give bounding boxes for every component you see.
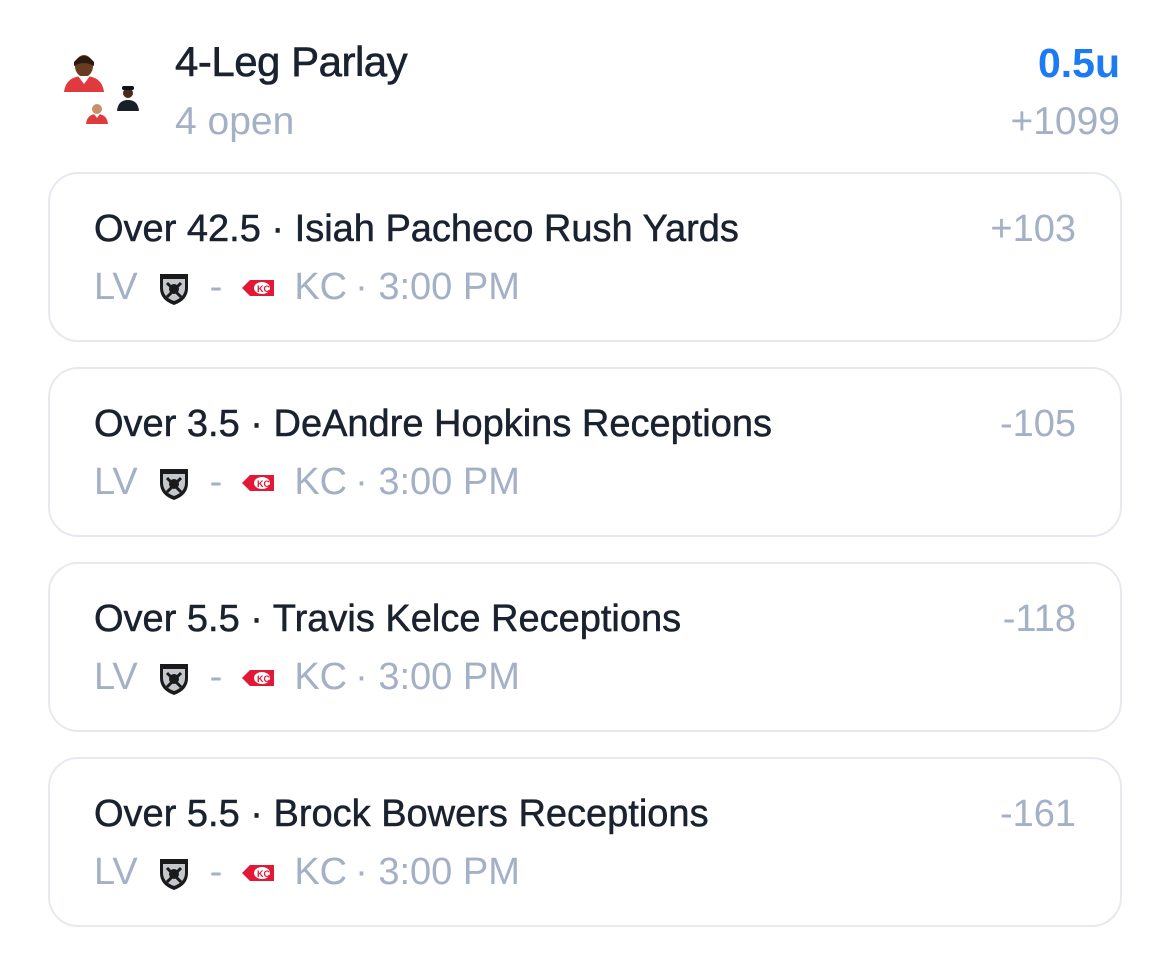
leg-matchup: LV - KC KC · 3:00 PM bbox=[94, 851, 520, 894]
home-team-abbr: KC bbox=[294, 266, 348, 308]
leg-card[interactable]: Over 42.5 · Isiah Pacheco Rush Yards +10… bbox=[48, 172, 1122, 342]
parlay-legs-list: Over 42.5 · Isiah Pacheco Rush Yards +10… bbox=[48, 172, 1122, 952]
matchup-separator: - bbox=[209, 851, 223, 893]
away-team-abbr: LV bbox=[94, 656, 138, 698]
game-time: · 3:00 PM bbox=[355, 851, 520, 893]
game-time: · 3:00 PM bbox=[355, 461, 520, 503]
matchup-separator: - bbox=[209, 266, 223, 308]
away-team-abbr: LV bbox=[94, 461, 138, 503]
leg-odds: -105 bbox=[999, 403, 1076, 445]
leg-title: Over 5.5 · Travis Kelce Receptions bbox=[94, 598, 682, 641]
leg-card[interactable]: Over 3.5 · DeAndre Hopkins Receptions -1… bbox=[48, 367, 1122, 537]
raiders-logo-icon bbox=[159, 858, 188, 890]
parlay-page: 4-Leg Parlay 4 open 0.5u +1099 Over 42.5… bbox=[0, 0, 1170, 964]
player-avatar-icon bbox=[117, 86, 139, 111]
chiefs-logo-icon: KC bbox=[242, 864, 275, 881]
leg-matchup: LV - KC KC · 3:00 PM bbox=[94, 656, 520, 699]
home-team-abbr: KC bbox=[294, 656, 348, 698]
leg-card[interactable]: Over 5.5 · Brock Bowers Receptions -161 … bbox=[48, 757, 1122, 927]
raiders-logo-icon bbox=[159, 468, 188, 500]
player-avatar-icon bbox=[86, 104, 108, 124]
game-time: · 3:00 PM bbox=[355, 266, 520, 308]
matchup-separator: - bbox=[209, 461, 223, 503]
leg-matchup: LV - KC KC · 3:00 PM bbox=[94, 461, 520, 504]
away-team-abbr: LV bbox=[94, 851, 138, 893]
player-avatars bbox=[58, 52, 148, 132]
chiefs-logo-icon: KC bbox=[242, 474, 275, 491]
svg-text:KC: KC bbox=[257, 674, 270, 684]
chiefs-logo-icon: KC bbox=[242, 279, 275, 296]
leg-title: Over 5.5 · Brock Bowers Receptions bbox=[94, 793, 709, 836]
leg-odds: -161 bbox=[999, 793, 1076, 835]
away-team-abbr: LV bbox=[94, 266, 138, 308]
svg-text:KC: KC bbox=[257, 479, 270, 489]
raiders-logo-icon bbox=[159, 273, 188, 305]
parlay-title: 4-Leg Parlay bbox=[175, 38, 408, 86]
svg-text:KC: KC bbox=[257, 284, 270, 294]
matchup-separator: - bbox=[209, 656, 223, 698]
game-time: · 3:00 PM bbox=[355, 656, 520, 698]
parlay-stake: 0.5u bbox=[1037, 40, 1120, 86]
leg-odds: +103 bbox=[990, 208, 1076, 250]
leg-card[interactable]: Over 5.5 · Travis Kelce Receptions -118 … bbox=[48, 562, 1122, 732]
leg-title: Over 42.5 · Isiah Pacheco Rush Yards bbox=[94, 208, 739, 251]
leg-title: Over 3.5 · DeAndre Hopkins Receptions bbox=[94, 403, 773, 446]
player-avatar-icon bbox=[64, 55, 104, 92]
leg-odds: -118 bbox=[1002, 598, 1076, 640]
leg-matchup: LV - KC KC · 3:00 PM bbox=[94, 266, 520, 309]
chiefs-logo-icon: KC bbox=[242, 669, 275, 686]
parlay-odds: +1099 bbox=[1010, 100, 1120, 143]
home-team-abbr: KC bbox=[294, 461, 348, 503]
parlay-header[interactable]: 4-Leg Parlay 4 open 0.5u +1099 bbox=[0, 0, 1170, 160]
svg-text:KC: KC bbox=[257, 869, 270, 879]
raiders-logo-icon bbox=[159, 663, 188, 695]
parlay-status: 4 open bbox=[175, 100, 295, 143]
home-team-abbr: KC bbox=[294, 851, 348, 893]
